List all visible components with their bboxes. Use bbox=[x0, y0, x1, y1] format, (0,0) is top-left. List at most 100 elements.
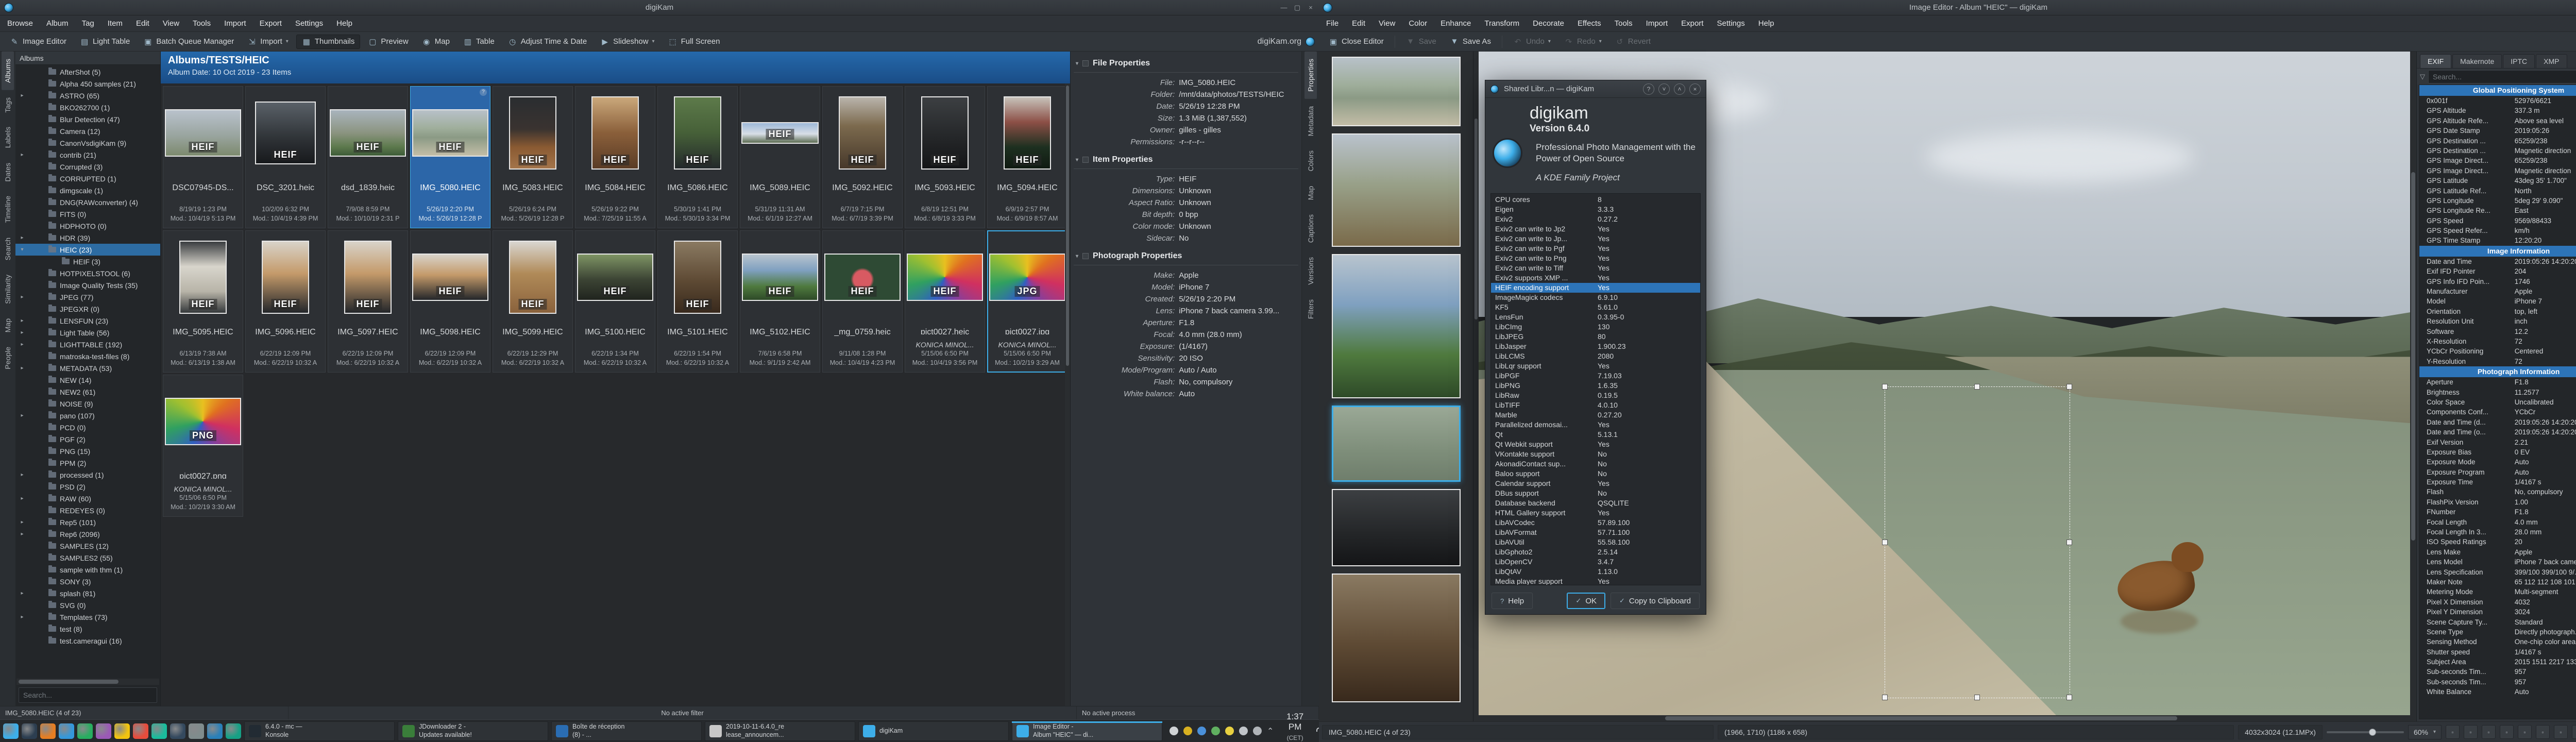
component-row[interactable]: Exiv2 can write to Jp2Yes bbox=[1491, 224, 1700, 234]
thumbnail-dsc_3201.heic[interactable]: HEIFDSC_3201.heic10/2/09 6:32 PMMod.: 10… bbox=[245, 86, 326, 228]
exif-row[interactable]: GPS Latitude Ref...North bbox=[2419, 186, 2576, 196]
panel-tab-properties[interactable]: Properties bbox=[1304, 52, 1317, 99]
exif-row[interactable]: GPS Altitude Refe...Above sea level bbox=[2419, 116, 2576, 126]
tree-item-astro[interactable]: ▸ASTRO (65) bbox=[15, 90, 160, 102]
minimize-icon[interactable]: — bbox=[1280, 4, 1288, 12]
tree-item-light-table[interactable]: ▸Light Table (56) bbox=[15, 327, 160, 339]
thumbnail-img_5101.heic[interactable]: HEIFIMG_5101.HEIC6/22/19 1:54 PMMod.: 6/… bbox=[657, 230, 738, 373]
statusbar-button[interactable]: ▫ bbox=[2572, 725, 2576, 739]
tree-item-jpegxr[interactable]: JPEGXR (0) bbox=[15, 303, 160, 315]
sidebar-tab-people[interactable]: People bbox=[2, 340, 14, 377]
tree-expander-icon[interactable]: ▸ bbox=[15, 93, 29, 98]
maximize-icon[interactable]: ▢ bbox=[1293, 4, 1301, 12]
exif-row[interactable]: White BalanceAuto bbox=[2419, 687, 2576, 697]
tree-item-pcd[interactable]: PCD (0) bbox=[15, 421, 160, 433]
tree-item-sony[interactable]: SONY (3) bbox=[15, 576, 160, 587]
thumbbar-item-4[interactable] bbox=[1332, 406, 1461, 482]
thumbnail-img_5097.heic[interactable]: HEIFIMG_5097.HEIC6/22/19 12:09 PMMod.: 6… bbox=[328, 230, 408, 373]
component-row[interactable]: LibRaw0.19.5 bbox=[1491, 391, 1700, 400]
tray-icon-1[interactable] bbox=[1170, 727, 1178, 735]
tree-expander-icon[interactable]: ▸ bbox=[15, 318, 29, 324]
tray-icon-2[interactable] bbox=[1183, 727, 1192, 735]
component-row[interactable]: LibPNG1.6.35 bbox=[1491, 381, 1700, 391]
thumbnail-img_5099.heic[interactable]: HEIFIMG_5099.HEIC6/22/19 12:29 PMMod.: 6… bbox=[493, 230, 573, 373]
thumbnail-pict0027.heic[interactable]: HEIFpict0027.heicKONICA MINOL...5/15/06 … bbox=[905, 230, 985, 373]
selection-handle[interactable] bbox=[1882, 539, 1888, 545]
tree-expander-icon[interactable]: ▸ bbox=[15, 591, 29, 596]
selection-handle[interactable] bbox=[1882, 695, 1888, 700]
launcher-icon-4[interactable] bbox=[59, 723, 74, 739]
sidebar-tab-tags[interactable]: Tags bbox=[2, 90, 14, 120]
properties-section-header[interactable]: ▾Photograph Properties bbox=[1074, 249, 1298, 265]
component-row[interactable]: Baloo supportNo bbox=[1491, 469, 1700, 479]
properties-section-header[interactable]: ▾Item Properties bbox=[1074, 153, 1298, 169]
component-row[interactable]: LibAVUtil55.58.100 bbox=[1491, 537, 1700, 547]
tray-icon-5[interactable] bbox=[1225, 727, 1234, 735]
tray-icon-3[interactable] bbox=[1197, 727, 1206, 735]
tree-item-heif[interactable]: HEIF (3) bbox=[15, 256, 160, 267]
thumbnail-pict0027.png[interactable]: PNGpict0027.pngKONICA MINOL...5/15/06 6:… bbox=[163, 375, 243, 517]
component-row[interactable]: Marble0.27.20 bbox=[1491, 410, 1700, 420]
exif-row[interactable]: Lens MakeApple bbox=[2419, 547, 2576, 557]
tree-item-sample-with-thm[interactable]: sample with thm (1) bbox=[15, 564, 160, 576]
exif-row[interactable]: GPS Info IFD Poin...1746 bbox=[2419, 277, 2576, 286]
tree-item-canonvsdigikam[interactable]: CanonVsdigiKam (9) bbox=[15, 137, 160, 149]
canvas-vscrollbar[interactable] bbox=[2410, 52, 2416, 721]
main-titlebar[interactable]: digiKam — ▢ × bbox=[0, 0, 1319, 15]
thumbbar-item-6[interactable] bbox=[1332, 574, 1461, 702]
component-row[interactable]: Exiv2 can write to TiffYes bbox=[1491, 263, 1700, 273]
component-row[interactable]: LibPGF7.19.03 bbox=[1491, 371, 1700, 381]
statusbar-button[interactable]: ▫ bbox=[2500, 725, 2514, 739]
toolbar-adjust-time-date[interactable]: ◷Adjust Time & Date bbox=[502, 35, 592, 49]
exif-row[interactable]: Exposure Time1/4167 s bbox=[2419, 477, 2576, 487]
clock[interactable]: 1:37 PM (CET)11/9/19 bbox=[1281, 712, 1309, 742]
thumbnail-img_5098.heic[interactable]: HEIFIMG_5098.HEIC6/22/19 12:09 PMMod.: 6… bbox=[410, 230, 490, 373]
launcher-icon-2[interactable] bbox=[22, 723, 37, 739]
tree-item-svg[interactable]: SVG (0) bbox=[15, 599, 160, 611]
sidebar-tab-timeline[interactable]: Timeline bbox=[2, 189, 14, 230]
component-row[interactable]: LensFun0.3.95-0 bbox=[1491, 312, 1700, 322]
launcher-icon-3[interactable] bbox=[40, 723, 56, 739]
copy-to-clipboard-button[interactable]: ✓Copy to Clipboard bbox=[1611, 593, 1700, 609]
tree-expander-icon[interactable]: ▸ bbox=[15, 413, 29, 418]
exif-row[interactable]: Focal Length4.0 mm bbox=[2419, 517, 2576, 527]
component-row[interactable]: Eigen3.3.3 bbox=[1491, 205, 1700, 214]
tab-exif[interactable]: EXIF bbox=[2420, 54, 2451, 68]
tree-item-hdphoto[interactable]: HDPHOTO (0) bbox=[15, 220, 160, 232]
toolbar-save-as[interactable]: ▼Save As bbox=[1444, 35, 1497, 48]
tree-item-bko262700[interactable]: BKO262700 (1) bbox=[15, 102, 160, 113]
tree-expander-icon[interactable]: ▸ bbox=[15, 519, 29, 525]
tree-item-rep6[interactable]: ▸Rep6 (2096) bbox=[15, 528, 160, 540]
selection-handle[interactable] bbox=[1882, 384, 1888, 390]
shade-down-icon[interactable]: ˅ bbox=[1658, 83, 1670, 95]
exif-row[interactable]: Pixel X Dimension4032 bbox=[2419, 597, 2576, 607]
tree-item-noise[interactable]: NOISE (9) bbox=[15, 398, 160, 410]
thumbnail-img_5092.heic[interactable]: HEIFIMG_5092.HEIC6/7/19 7:15 PMMod.: 6/7… bbox=[822, 86, 903, 228]
component-row[interactable]: LibOpenCV3.4.7 bbox=[1491, 557, 1700, 567]
component-row[interactable]: HTML Gallery supportYes bbox=[1491, 508, 1700, 518]
tree-item-aftershot[interactable]: AfterShot (5) bbox=[15, 66, 160, 78]
close-icon[interactable]: × bbox=[1689, 83, 1701, 95]
component-row[interactable]: Qt5.13.1 bbox=[1491, 430, 1700, 440]
exif-row[interactable]: GPS Longitude5deg 29' 9.090" bbox=[2419, 196, 2576, 206]
exif-row[interactable]: ApertureF1.8 bbox=[2419, 377, 2576, 387]
menu-item[interactable]: Item bbox=[108, 19, 123, 28]
tree-item-splash[interactable]: ▸splash (81) bbox=[15, 587, 160, 599]
menu-tag[interactable]: Tag bbox=[82, 19, 94, 28]
tree-expander-icon[interactable]: ▸ bbox=[15, 365, 29, 371]
launcher-icon-9[interactable] bbox=[151, 723, 167, 739]
zoom-combo[interactable]: 60% ▾ bbox=[2408, 725, 2442, 739]
exif-row[interactable]: Metering ModeMulti-segment bbox=[2419, 587, 2576, 597]
sidebar-tab-search[interactable]: Search bbox=[2, 230, 14, 267]
tree-item-new[interactable]: NEW (14) bbox=[15, 374, 160, 386]
thumbnail-img_5093.heic[interactable]: HEIFIMG_5093.HEIC6/8/19 12:51 PMMod.: 6/… bbox=[905, 86, 985, 228]
tree-item-new2[interactable]: NEW2 (61) bbox=[15, 386, 160, 398]
tree-expander-icon[interactable]: ▸ bbox=[15, 330, 29, 335]
thumbnail-img_5084.heic[interactable]: HEIFIMG_5084.HEIC5/26/19 9:22 PMMod.: 7/… bbox=[575, 86, 655, 228]
tray-icon-7[interactable] bbox=[1253, 727, 1262, 735]
properties-section-header[interactable]: ▾File Properties bbox=[1074, 57, 1298, 73]
component-row[interactable]: HEIF encoding supportYes bbox=[1491, 283, 1700, 293]
component-row[interactable]: LibCImg130 bbox=[1491, 322, 1700, 332]
tree-item-dimgscale[interactable]: dimgscale (1) bbox=[15, 184, 160, 196]
exif-row[interactable]: GPS Longitude Re...East bbox=[2419, 206, 2576, 215]
